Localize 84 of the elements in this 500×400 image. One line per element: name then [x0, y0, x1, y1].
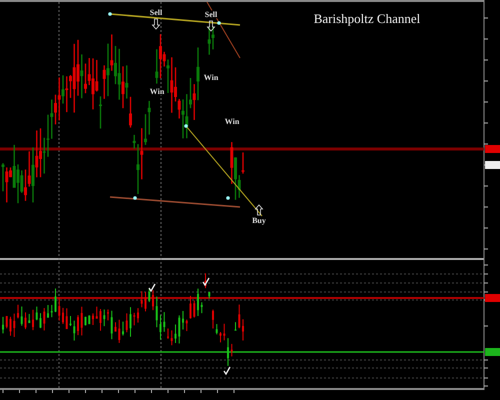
indicator-bar — [40, 312, 42, 329]
indicator-bar — [114, 322, 116, 332]
indicator-bar — [28, 313, 30, 324]
indicator-bar — [54, 288, 56, 313]
indicator-bar — [122, 321, 124, 336]
indicator-bar — [212, 309, 214, 330]
indicator-bar — [80, 306, 83, 336]
indicator-bar — [62, 307, 64, 324]
indicator-bar — [140, 290, 143, 308]
indicator-bar — [163, 312, 166, 332]
indicator-bar — [10, 316, 12, 336]
price-tag — [485, 161, 500, 169]
indicator-bar — [50, 304, 53, 318]
indicator-bar — [144, 292, 146, 312]
indicator-bar — [216, 324, 218, 335]
indicator-bar — [77, 314, 79, 336]
price-tag — [485, 145, 500, 153]
indicator-bar — [223, 323, 226, 341]
signal-label: Buy — [252, 216, 266, 225]
indicator-bar — [130, 306, 132, 338]
indicator-bar — [47, 304, 49, 318]
indicator-bar — [200, 302, 203, 314]
signal-label: Sell — [150, 8, 162, 17]
indicator-bar — [156, 296, 158, 328]
down-arrow-icon — [152, 18, 160, 30]
indicator-bar — [43, 308, 46, 331]
indicator-bar — [193, 300, 196, 318]
anchor-dot — [184, 124, 188, 128]
check-icon — [202, 278, 210, 286]
indicator-bar — [92, 312, 94, 326]
indicator-bar — [204, 272, 206, 289]
level-tag — [485, 294, 500, 302]
chart-title: Barishpoltz Channel — [314, 11, 420, 26]
indicator-bar — [242, 318, 244, 342]
anchor-dot — [217, 21, 221, 25]
indicator-bar — [178, 314, 180, 344]
indicator-bar — [2, 316, 4, 334]
indicator-bar — [103, 309, 106, 327]
indicator-bar — [230, 343, 233, 357]
indicator-bar — [20, 306, 23, 326]
indicator-bar — [186, 319, 188, 332]
check-icon — [148, 284, 156, 292]
indicator-bar — [167, 328, 169, 340]
anchor-dot — [226, 196, 230, 200]
indicator-bar — [84, 316, 86, 326]
indicator-bar — [133, 312, 136, 326]
indicator-bar — [100, 308, 102, 332]
indicator-bar — [126, 312, 128, 333]
indicator-bar — [190, 295, 192, 320]
indicator-bar — [152, 290, 154, 311]
up-arrow-icon — [254, 204, 264, 216]
indicator-bar — [220, 331, 222, 343]
indicator-bar — [148, 288, 150, 303]
indicator-bar — [238, 304, 240, 329]
signal-label: Win — [224, 117, 240, 126]
indicator-bar — [24, 312, 26, 330]
indicator-bar — [160, 314, 162, 340]
check-icon — [223, 366, 231, 376]
indicator-bar — [170, 330, 173, 346]
indicator-bar — [197, 288, 199, 317]
indicator-bar — [32, 309, 34, 331]
anchor-dot — [133, 196, 137, 200]
indicator-bar — [137, 308, 139, 324]
indicator-bar — [13, 313, 16, 338]
indicator-bar — [96, 306, 98, 319]
indicator-bar — [58, 296, 60, 322]
indicator-bar — [234, 322, 236, 331]
indicator-bar — [36, 306, 38, 321]
indicator-bar — [6, 315, 8, 329]
indicator-bar — [107, 308, 109, 321]
indicator-bar — [174, 324, 176, 344]
down-arrow-icon — [206, 20, 216, 32]
indicator-bar — [88, 314, 90, 324]
indicator-bar — [208, 291, 210, 299]
signal-label: Win — [204, 73, 218, 82]
indicator-bar — [66, 308, 68, 330]
anchor-dot — [108, 12, 112, 16]
indicator-bar — [73, 320, 76, 342]
indicator-bar — [182, 310, 184, 330]
indicator-bar — [70, 315, 72, 326]
indicator-bar — [17, 304, 19, 319]
indicator-bar — [110, 310, 113, 340]
signal-label: Win — [150, 87, 164, 96]
indicator-bar — [118, 319, 120, 344]
